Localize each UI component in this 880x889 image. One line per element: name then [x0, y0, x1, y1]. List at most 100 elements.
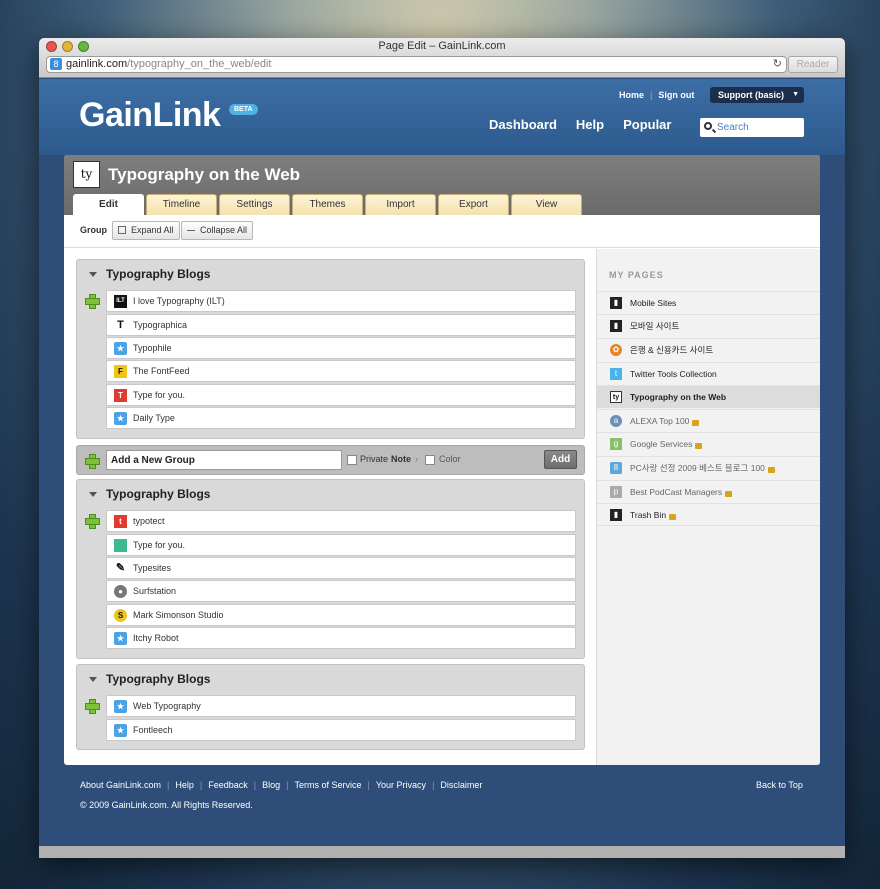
reader-button[interactable]: Reader: [788, 56, 838, 73]
list-item[interactable]: ✎ Typesites: [106, 557, 576, 579]
sidebar-item[interactable]: ▮ 모바일 사이트: [597, 314, 820, 337]
groups-area: Typography Blogs ILT I love Typography (I…: [64, 249, 596, 765]
sidebar-item-active[interactable]: ty Typography on the Web: [597, 385, 820, 408]
tab-edit[interactable]: Edit: [73, 194, 144, 215]
item-label: I love Typography (ILT): [133, 296, 225, 306]
item-label: Fontleech: [133, 725, 173, 735]
footer-link-blog[interactable]: Blog: [262, 780, 280, 790]
footer-link-help[interactable]: Help: [175, 780, 194, 790]
list-item[interactable]: ★ Itchy Robot: [106, 627, 576, 649]
home-link[interactable]: Home: [619, 90, 644, 100]
lock-icon: [669, 513, 677, 520]
list-item[interactable]: ● Surfstation: [106, 580, 576, 602]
note-toggle[interactable]: Note: [391, 454, 411, 464]
list-item[interactable]: ★ Web Typography: [106, 695, 576, 717]
item-label: The FontFeed: [133, 366, 190, 376]
color-checkbox[interactable]: [425, 455, 435, 465]
sidebar-item[interactable]: 8 PC사랑 선정 2009 베스트 블로그 100: [597, 456, 820, 479]
list-item[interactable]: S Mark Simonson Studio: [106, 604, 576, 626]
list-item[interactable]: ★ Daily Type: [106, 407, 576, 429]
footer-link-disclaimer[interactable]: Disclaimer: [440, 780, 482, 790]
footer-link-privacy[interactable]: Your Privacy: [376, 780, 426, 790]
collapse-triangle-icon[interactable]: [89, 272, 97, 277]
sidebar-item-label: Best PodCast Managers: [630, 487, 723, 497]
beta-badge: BETA: [229, 104, 258, 115]
new-group-input[interactable]: [106, 450, 342, 470]
tab-themes[interactable]: Themes: [292, 194, 363, 215]
list-item[interactable]: T Type for you.: [106, 384, 576, 406]
footer-link-terms[interactable]: Terms of Service: [294, 780, 361, 790]
color-label: Color: [439, 454, 461, 464]
add-link-icon[interactable]: [85, 294, 100, 309]
sidebar-item[interactable]: a ALEXA Top 100: [597, 409, 820, 432]
ilt-icon: ILT: [114, 295, 127, 308]
item-label: Type for you.: [133, 390, 186, 400]
collapse-triangle-icon[interactable]: [89, 677, 97, 682]
title-bar: Page Edit – GainLink.com 8 gainlink.com/…: [39, 38, 845, 78]
add-link-icon[interactable]: [85, 514, 100, 529]
star-icon: ★: [114, 632, 127, 645]
nav-help[interactable]: Help: [576, 117, 604, 132]
separator: |: [199, 780, 203, 790]
sign-out-link[interactable]: Sign out: [658, 90, 694, 100]
list-item[interactable]: t typotect: [106, 510, 576, 532]
collapse-all-button[interactable]: Collapse All: [181, 221, 254, 240]
tab-settings[interactable]: Settings: [219, 194, 290, 215]
site-logo[interactable]: GainLink: [79, 96, 221, 135]
google-icon: g: [610, 438, 622, 450]
nav-dashboard[interactable]: Dashboard: [489, 117, 557, 132]
collapse-triangle-icon[interactable]: [89, 492, 97, 497]
support-label: Support (basic): [718, 90, 785, 100]
footer-link-feedback[interactable]: Feedback: [208, 780, 248, 790]
footer-link-about[interactable]: About GainLink.com: [80, 780, 161, 790]
sidebar-item[interactable]: ✿ 은행 & 신용카드 사이트: [597, 338, 820, 361]
reload-icon[interactable]: ↻: [773, 57, 782, 72]
sidebar-item[interactable]: g Google Services: [597, 432, 820, 455]
search-input[interactable]: Search: [700, 118, 804, 137]
list-item[interactable]: ILT I love Typography (ILT): [106, 290, 576, 312]
tab-view[interactable]: View: [511, 194, 582, 215]
copyright: © 2009 GainLink.com. All Rights Reserved…: [80, 800, 253, 810]
tab-export[interactable]: Export: [438, 194, 509, 215]
expand-all-button[interactable]: Expand All: [112, 221, 180, 240]
sidebar-item[interactable]: t Twitter Tools Collection: [597, 362, 820, 385]
group-toolbar: Group Expand All Collapse All: [64, 215, 820, 248]
list-item[interactable]: Type for you.: [106, 534, 576, 556]
bank-icon: ✿: [610, 344, 622, 356]
item-label: Surfstation: [133, 586, 177, 596]
sidebar-item-label: PC사랑 선정 2009 베스트 블로그 100: [630, 463, 765, 473]
typographica-icon: T: [117, 319, 124, 331]
add-group-icon[interactable]: [85, 454, 100, 469]
mobile-icon: ▮: [610, 320, 622, 332]
top-links: Home | Sign out: [619, 90, 694, 100]
list-item[interactable]: T Typographica: [106, 314, 576, 336]
lock-icon: [692, 419, 700, 426]
add-group-button[interactable]: Add: [544, 450, 577, 469]
support-dropdown[interactable]: Support (basic) ▼: [710, 87, 804, 103]
add-link-icon[interactable]: [85, 699, 100, 714]
my-pages-sidebar: MY PAGES ▮ Mobile Sites ▮ 모바일 사이트 ✿ 은행 & 신용…: [596, 249, 820, 765]
status-bar: [39, 846, 845, 858]
podcast-icon: p: [610, 486, 622, 498]
group-title[interactable]: Typography Blogs: [106, 267, 210, 281]
private-checkbox[interactable]: [347, 455, 357, 465]
list-item[interactable]: F The FontFeed: [106, 360, 576, 382]
add-group-bar: Private Note › Color Add: [76, 445, 585, 475]
address-bar[interactable]: 8 gainlink.com/typography_on_the_web/edi…: [46, 56, 787, 73]
sidebar-item[interactable]: ▮ Trash Bin: [597, 503, 820, 526]
sidebar-item-label: ALEXA Top 100: [630, 416, 690, 426]
sidebar-item[interactable]: p Best PodCast Managers: [597, 480, 820, 503]
search-placeholder: Search: [717, 122, 749, 133]
tab-timeline[interactable]: Timeline: [146, 194, 217, 215]
list-item[interactable]: ★ Typophile: [106, 337, 576, 359]
expand-all-label: Expand All: [131, 225, 174, 235]
sidebar-item[interactable]: ▮ Mobile Sites: [597, 291, 820, 314]
list-item[interactable]: ★ Fontleech: [106, 719, 576, 741]
back-to-top-link[interactable]: Back to Top: [756, 780, 803, 790]
item-label: Itchy Robot: [133, 633, 179, 643]
group-title[interactable]: Typography Blogs: [106, 487, 210, 501]
alexa-icon: a: [610, 415, 622, 427]
tab-import[interactable]: Import: [365, 194, 436, 215]
nav-popular[interactable]: Popular: [623, 117, 671, 132]
group-title[interactable]: Typography Blogs: [106, 672, 210, 686]
